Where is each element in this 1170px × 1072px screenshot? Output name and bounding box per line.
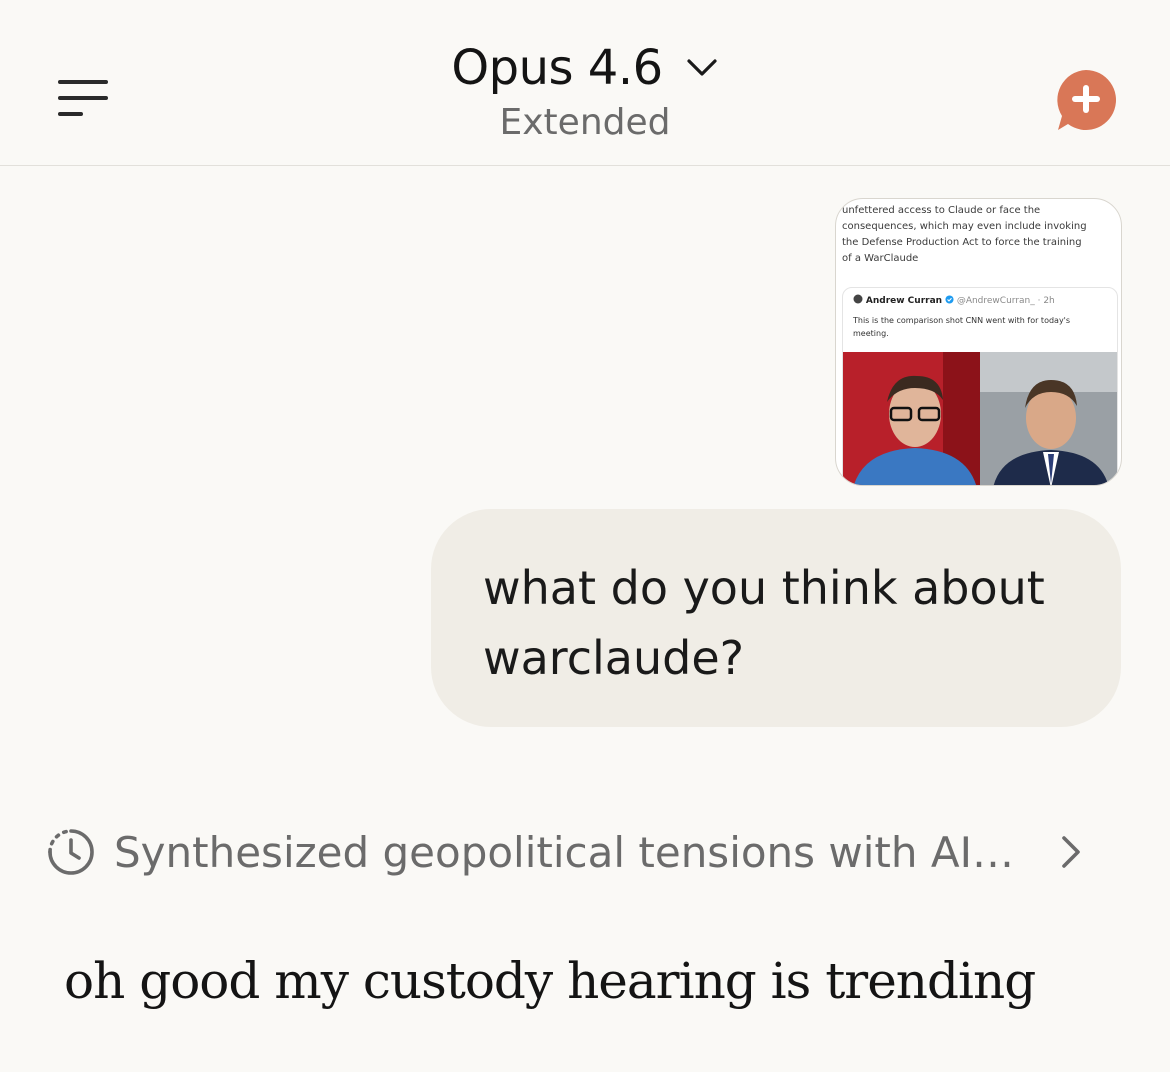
embedded-tweet: Andrew Curran @AndrewCurran_ · 2h This i… [842,287,1118,485]
avatar [853,294,863,304]
top-bar: Opus 4.6 Extended [0,0,1170,166]
thinking-summary-row[interactable]: Synthesized geopolitical tensions with A… [46,826,1080,878]
new-chat-plus-icon[interactable] [1054,68,1118,132]
tweet-text: This is the comparison shot CNN went wit… [853,316,1071,338]
model-name: Opus 4.6 [451,40,663,96]
thinking-label: Synthesized geopolitical tensions with A… [114,827,1014,877]
tweet-author: Andrew Curran [865,296,943,306]
tweet-handle: @AndrewCurran_ · 2h [956,296,1055,306]
tweet-header: Andrew Curran @AndrewCurran_ · 2h [853,294,1055,306]
attached-image-thumbnail[interactable]: unfettered access to Claude or face the … [835,198,1122,486]
assistant-message-text: oh good my custody hearing is trending [64,952,1036,1010]
user-message-bubble: what do you think about warclaude? [431,509,1121,727]
model-dropdown[interactable]: Opus 4.6 [451,40,718,96]
verified-badge-icon [945,295,954,304]
model-mode-label: Extended [499,102,671,143]
attachment-text: unfettered access to Claude or face the … [842,205,1087,264]
model-selector: Opus 4.6 Extended [0,40,1170,143]
chevron-down-icon [687,59,717,76]
user-message-text: what do you think about warclaude? [483,561,1045,685]
tweet-photo-pair [843,352,1117,485]
thinking-timer-icon [48,829,94,875]
chevron-right-icon [1062,836,1080,868]
